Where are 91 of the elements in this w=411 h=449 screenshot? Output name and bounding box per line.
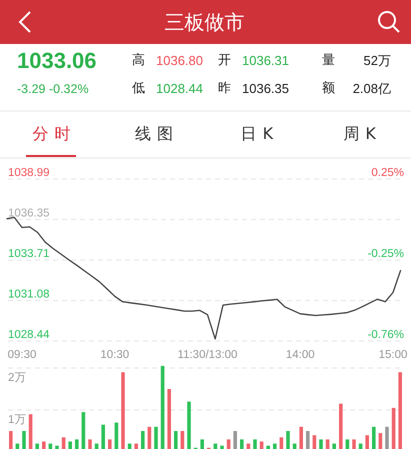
volume-bar	[55, 446, 59, 449]
page-title: 三板做市	[164, 8, 244, 36]
volume-bar	[280, 437, 284, 449]
axis-label: 0.25%	[371, 167, 404, 179]
volume-bar	[101, 424, 105, 449]
volume-bar	[28, 414, 32, 449]
volume-bar	[326, 439, 330, 449]
axis-label: -0.25%	[368, 248, 404, 260]
axis-label: 10:30	[100, 349, 130, 361]
axis-label: 1038.99	[8, 167, 50, 179]
chart-tab[interactable]: 分时	[26, 112, 76, 157]
volume-bar	[332, 444, 336, 449]
volume-bar	[62, 437, 66, 449]
price-change: -3.29 -0.32%	[17, 80, 90, 98]
volume-bar	[141, 431, 145, 449]
volume-bar	[9, 431, 13, 449]
axis-label: 1万	[8, 414, 26, 426]
volume-bar	[385, 426, 389, 449]
volume-bar	[167, 389, 171, 449]
volume-bar	[16, 444, 20, 449]
axis-label: 2万	[8, 372, 26, 384]
volume-bar	[299, 426, 303, 449]
axis-label: 1033.71	[8, 248, 50, 260]
volume-bar	[233, 431, 237, 449]
axis-label: 14:00	[286, 349, 315, 361]
volume-bar	[94, 444, 98, 449]
volume-bar	[48, 444, 52, 449]
search-icon[interactable]	[377, 10, 401, 34]
volume-bar	[346, 439, 350, 449]
current-price: 1033.06	[17, 48, 98, 74]
stat-value: 1036.31	[242, 52, 289, 70]
volume-bar	[286, 431, 290, 449]
axis-label: 15:00	[378, 349, 408, 361]
chart-tab[interactable]: 线图	[129, 112, 180, 157]
volume-bar	[200, 439, 204, 449]
volume-bar	[246, 444, 250, 449]
volume-bar	[42, 442, 46, 449]
axis-label: -0.76%	[368, 329, 404, 341]
volume-bar	[312, 435, 316, 449]
stat-value: 1036.35	[242, 80, 289, 98]
volume-bar	[82, 412, 86, 449]
axis-label: 1031.08	[8, 288, 50, 300]
volume-bar	[88, 439, 92, 449]
axis-label: 1028.44	[8, 329, 50, 341]
volume-bar	[266, 446, 270, 449]
volume-bar	[108, 439, 112, 449]
stat-label: 开	[218, 52, 231, 70]
volume-bar	[154, 426, 158, 449]
stat-label: 低	[132, 80, 145, 98]
volume-bar	[226, 439, 230, 449]
volume-bar	[128, 444, 132, 449]
volume-bar	[292, 444, 296, 449]
stat-label: 量	[322, 52, 335, 70]
volume-bar	[35, 444, 39, 449]
stat-value: 52万	[364, 52, 391, 70]
volume-bar	[214, 444, 218, 449]
volume-bar	[319, 439, 323, 449]
back-icon[interactable]	[18, 10, 32, 34]
volume-bar	[240, 439, 244, 449]
volume-bar	[339, 404, 343, 449]
volume-bar	[114, 422, 118, 449]
volume-bar	[148, 426, 152, 449]
axis-label: 1036.35	[8, 208, 50, 220]
volume-bar	[358, 444, 362, 449]
stat-label: 昨	[218, 80, 231, 98]
volume-bar	[174, 431, 178, 449]
volume-bar	[220, 446, 224, 449]
volume-bar	[392, 408, 396, 449]
axis-label: 11:30/13:00	[178, 349, 238, 361]
volume-bar	[273, 444, 277, 449]
volume-bar	[180, 431, 184, 449]
volume-bar	[352, 439, 356, 449]
volume-bar	[134, 444, 138, 449]
volume-bar	[260, 442, 264, 449]
stat-value: 2.08亿	[352, 80, 391, 98]
chart-tab[interactable]: 周K	[337, 112, 382, 157]
chart-tab[interactable]: 日K	[234, 112, 280, 157]
volume-bar	[68, 442, 72, 449]
stat-value: 1028.44	[156, 80, 203, 98]
volume-bar	[22, 431, 26, 449]
volume-bar	[365, 435, 369, 449]
stat-label: 高	[132, 52, 145, 70]
volume-bar	[75, 439, 79, 449]
stat-value: 1036.80	[156, 52, 203, 70]
volume-bar	[378, 433, 382, 449]
volume-bar	[306, 431, 310, 449]
volume-bar	[187, 402, 191, 449]
volume-bar	[372, 426, 376, 449]
volume-bar	[253, 439, 257, 449]
stat-label: 额	[322, 80, 335, 98]
axis-label: 09:30	[8, 349, 36, 361]
